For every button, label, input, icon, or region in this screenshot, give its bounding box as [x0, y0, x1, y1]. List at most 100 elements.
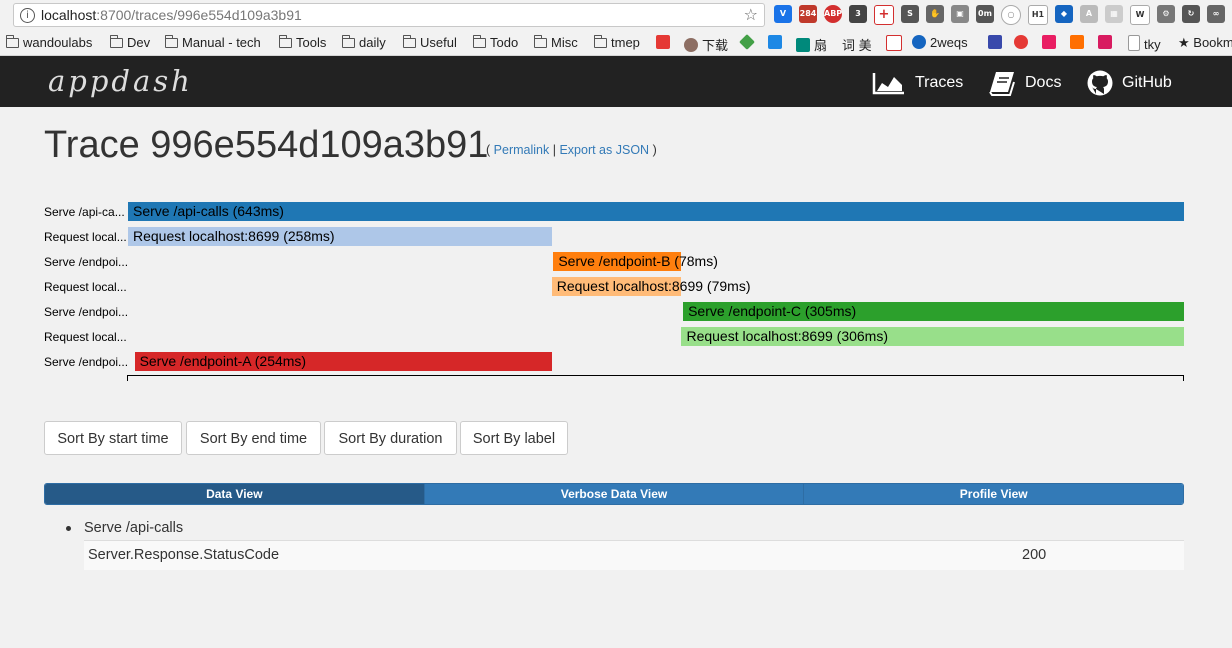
bookmark-folder[interactable]: Dev [110, 35, 150, 50]
span-bar-label[interactable]: Request localhost:8699 (79ms) [557, 277, 751, 296]
folder-icon [403, 35, 416, 48]
bookmark-site[interactable]: 2weqs [912, 35, 968, 50]
extension-grid-icon[interactable]: ▦ [1105, 5, 1123, 23]
row-label: Serve /endpoi... [44, 355, 129, 369]
span-bar[interactable] [128, 202, 1184, 221]
bookmark-folder[interactable]: Misc [534, 35, 578, 50]
extension-circle-icon[interactable]: ○ [1001, 5, 1021, 25]
extension-w-icon[interactable]: W [1130, 5, 1150, 25]
calendar-17-icon [768, 35, 782, 49]
extension-cube-icon[interactable]: ▣ [951, 5, 969, 23]
extension-timer-icon[interactable]: 0m [976, 5, 994, 23]
separator: | [552, 143, 556, 157]
bookmark-site[interactable] [1098, 35, 1116, 50]
nav-github-label[interactable]: GitHub [1122, 74, 1172, 92]
tab-verbose-data-view[interactable]: Verbose Data View [424, 484, 805, 504]
github-icon [1087, 70, 1113, 96]
tab-data-view[interactable]: Data View [45, 484, 425, 504]
shield-icon [684, 38, 698, 52]
adblock-icon[interactable]: ABP [824, 5, 842, 23]
bookmark-folder[interactable]: Tools [279, 35, 326, 50]
folder-icon [342, 35, 355, 48]
bookmark-site[interactable] [1070, 35, 1088, 50]
tab-profile-view[interactable]: Profile View [804, 484, 1183, 504]
bookmark-folder[interactable]: daily [342, 35, 386, 50]
span-bar-label[interactable]: Request localhost:8699 (306ms) [686, 327, 888, 346]
bookmark-folder[interactable]: Todo [473, 35, 518, 50]
browser-toolbar: i localhost:8700/traces/996e554d109a3b91… [0, 0, 1232, 31]
extension-v-icon[interactable]: V [774, 5, 792, 23]
address-bar[interactable]: i localhost:8700/traces/996e554d109a3b91… [13, 3, 765, 27]
star-icon: ★ [1178, 35, 1194, 50]
nav-docs-label[interactable]: Docs [1025, 74, 1061, 92]
bookmark-site[interactable]: 扇 [796, 35, 827, 54]
sort-end-time-button[interactable]: Sort By end time [186, 421, 321, 455]
nav-github[interactable]: GitHub [1087, 70, 1172, 96]
table-row: Server.Response.StatusCode 200 [84, 540, 1184, 570]
sort-duration-button[interactable]: Sort By duration [324, 421, 457, 455]
bookmark-site[interactable] [1014, 35, 1032, 50]
extension-glasses-icon[interactable]: ∞ [1207, 5, 1225, 23]
brand-logo[interactable]: appdash [48, 64, 193, 98]
leaf-icon [796, 38, 810, 52]
span-bar-label[interactable]: Request localhost:8699 (258ms) [133, 227, 335, 246]
extension-refresh-icon[interactable]: ↻ [1182, 5, 1200, 23]
bookmark-site[interactable] [1042, 35, 1060, 50]
bookmark-site[interactable] [988, 35, 1006, 50]
list-bullet [66, 526, 71, 531]
extension-s-icon[interactable]: S [901, 5, 919, 23]
extension-angular-icon[interactable]: A [1080, 5, 1098, 23]
nav-traces[interactable]: Traces [872, 70, 963, 96]
nav-docs[interactable]: Docs [988, 70, 1061, 96]
extension-gear-icon[interactable]: ⚙ [1157, 5, 1175, 23]
span-bar-label[interactable]: Serve /api-calls (643ms) [133, 202, 284, 221]
bookmark-folder[interactable]: tmep [594, 35, 640, 50]
close-paren: ) [652, 143, 657, 157]
folder-icon [110, 35, 123, 48]
bookmark-folder[interactable]: Manual - tech [165, 35, 261, 50]
bookmark-site[interactable]: 词 美 [842, 35, 872, 54]
bookmark-site[interactable] [886, 35, 906, 52]
url-text[interactable]: localhost:8700/traces/996e554d109a3b91 [41, 7, 302, 23]
span-bar-label[interactable]: Serve /endpoint-B (78ms) [558, 252, 718, 271]
bookmark-folder[interactable]: Useful [403, 35, 457, 50]
permalink-link[interactable]: Permalink [494, 143, 550, 157]
folder-icon [279, 35, 292, 48]
bookmark-site[interactable]: 下载 [684, 35, 728, 54]
title-links: ( Permalink | Export as JSON ) [486, 143, 657, 157]
extension-icons: V 284 ABP 3 + S ✋ ▣ 0m ○ H1 ◆ A ▦ W ⚙ ↻ … [774, 5, 1232, 25]
folder-icon [165, 35, 178, 48]
extension-badge-icon[interactable]: 284 [799, 5, 817, 23]
row-label: Request local... [44, 280, 127, 294]
folder-icon [473, 35, 486, 48]
bootstrap-icon [988, 35, 1002, 49]
page-title: Trace 996e554d109a3b91 [44, 124, 489, 166]
bookmark-site[interactable] [656, 35, 674, 50]
extension-plus-icon[interactable]: + [874, 5, 894, 25]
bookmark-site[interactable] [739, 34, 758, 50]
span-bar-label[interactable]: Serve /endpoint-A (254ms) [140, 352, 307, 371]
extension-hand-icon[interactable]: ✋ [926, 5, 944, 23]
span-bar-label[interactable]: Serve /endpoint-C (305ms) [688, 302, 856, 321]
extension-counter-icon[interactable]: 3 [849, 5, 867, 23]
extension-blue-icon[interactable]: ◆ [1055, 5, 1073, 23]
bookmark-folder[interactable]: wandoulabs [6, 35, 92, 50]
export-json-link[interactable]: Export as JSON [559, 143, 649, 157]
bookmark-site[interactable] [768, 35, 786, 50]
sort-start-time-button[interactable]: Sort By start time [44, 421, 182, 455]
bookmark-page[interactable]: tky [1128, 35, 1161, 52]
view-tabs: Data View Verbose Data View Profile View [44, 483, 1184, 505]
span-name-label: Serve /api-calls [84, 520, 184, 536]
nav-traces-label[interactable]: Traces [915, 74, 963, 92]
info-icon[interactable]: i [20, 8, 35, 23]
diamond-icon [739, 34, 755, 50]
bookmark-star[interactable]: ★ Bookm [1178, 35, 1232, 51]
m-icon [1070, 35, 1084, 49]
row-label: Serve /endpoi... [44, 305, 129, 319]
pink-icon [1098, 35, 1112, 49]
sort-label-button[interactable]: Sort By label [460, 421, 568, 455]
bookmark-star-icon[interactable]: ☆ [744, 5, 758, 24]
folder-icon [6, 35, 19, 48]
book-icon [989, 72, 1015, 96]
extension-h1-icon[interactable]: H1 [1028, 5, 1048, 25]
